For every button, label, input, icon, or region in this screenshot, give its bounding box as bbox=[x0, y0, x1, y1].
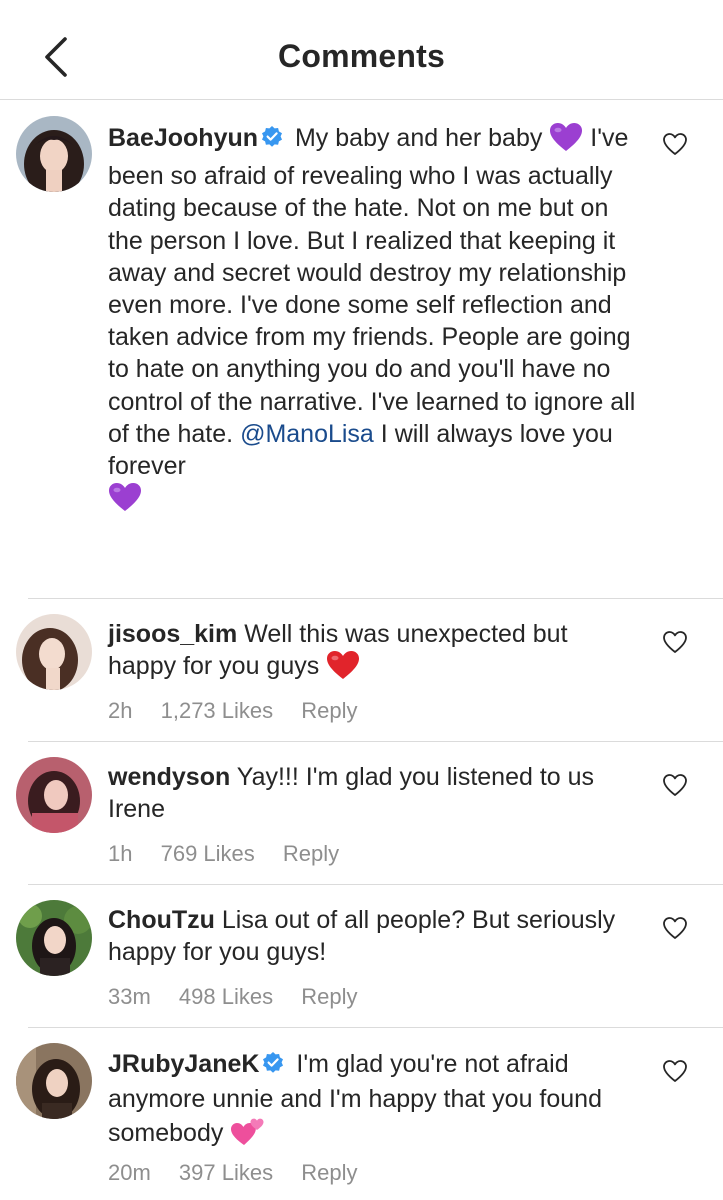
reply-button[interactable]: Reply bbox=[301, 984, 357, 1009]
likes-count[interactable]: 1,273 Likes bbox=[161, 698, 274, 723]
like-heart-icon[interactable] bbox=[662, 131, 688, 157]
like-heart-icon[interactable] bbox=[662, 629, 688, 655]
comment-body-1: My baby and her baby bbox=[294, 124, 543, 152]
comment-meta: 33m 498 Likes Reply bbox=[108, 984, 379, 1010]
comment-meta: 1h 769 Likes Reply bbox=[108, 841, 361, 867]
verified-badge-icon bbox=[260, 125, 284, 157]
likes-count[interactable]: 769 Likes bbox=[161, 841, 255, 866]
like-heart-icon[interactable] bbox=[662, 915, 688, 941]
comment-meta: 20m 397 Likes Reply bbox=[108, 1160, 379, 1186]
avatar[interactable] bbox=[16, 757, 92, 833]
comment-time: 2h bbox=[108, 698, 133, 723]
divider bbox=[28, 884, 723, 885]
like-heart-icon[interactable] bbox=[662, 772, 688, 798]
comment-meta: 2h 1,273 Likes Reply bbox=[108, 698, 380, 724]
username[interactable]: jisoos_kim bbox=[108, 620, 237, 648]
header-bar: Comments bbox=[0, 0, 723, 100]
divider bbox=[28, 741, 723, 742]
red-heart-emoji-icon bbox=[326, 650, 360, 688]
two-hearts-emoji-icon bbox=[230, 1115, 266, 1155]
mention-link[interactable]: @ManoLisa bbox=[240, 420, 374, 448]
purple-heart-emoji-icon bbox=[549, 122, 583, 160]
avatar[interactable] bbox=[16, 1043, 92, 1119]
like-heart-icon[interactable] bbox=[662, 1058, 688, 1084]
likes-count[interactable]: 498 Likes bbox=[179, 984, 273, 1009]
reply-button[interactable]: Reply bbox=[301, 1160, 357, 1185]
reply-button[interactable]: Reply bbox=[283, 841, 339, 866]
avatar[interactable] bbox=[16, 614, 92, 690]
comment-time: 1h bbox=[108, 841, 133, 866]
reply-button[interactable]: Reply bbox=[301, 698, 357, 723]
divider bbox=[28, 598, 723, 599]
page-title: Comments bbox=[278, 38, 445, 74]
comment-text: wendyson Yay!!! I'm glad you listened to… bbox=[108, 761, 638, 825]
comment-text: BaeJoohyun My baby and her baby I've bee… bbox=[108, 122, 638, 520]
username[interactable]: BaeJoohyun bbox=[108, 124, 258, 152]
verified-badge-icon bbox=[261, 1051, 285, 1083]
comment-time: 33m bbox=[108, 984, 151, 1009]
divider bbox=[28, 1027, 723, 1028]
purple-heart-emoji-icon bbox=[108, 482, 142, 520]
username[interactable]: ChouTzu bbox=[108, 906, 215, 934]
username[interactable]: JRubyJaneK bbox=[108, 1050, 259, 1078]
avatar[interactable] bbox=[16, 900, 92, 976]
comment-text: jisoos_kim Well this was unexpected but … bbox=[108, 618, 638, 688]
comment-time: 20m bbox=[108, 1160, 151, 1185]
comment-body-2: I've been so afraid of revealing who I w… bbox=[108, 124, 636, 448]
avatar[interactable] bbox=[16, 116, 92, 192]
username[interactable]: wendyson bbox=[108, 763, 230, 791]
comment-text: JRubyJaneK I'm glad you're not afraid an… bbox=[108, 1048, 638, 1156]
comment-text: ChouTzu Lisa out of all people? But seri… bbox=[108, 904, 638, 968]
likes-count[interactable]: 397 Likes bbox=[179, 1160, 273, 1185]
